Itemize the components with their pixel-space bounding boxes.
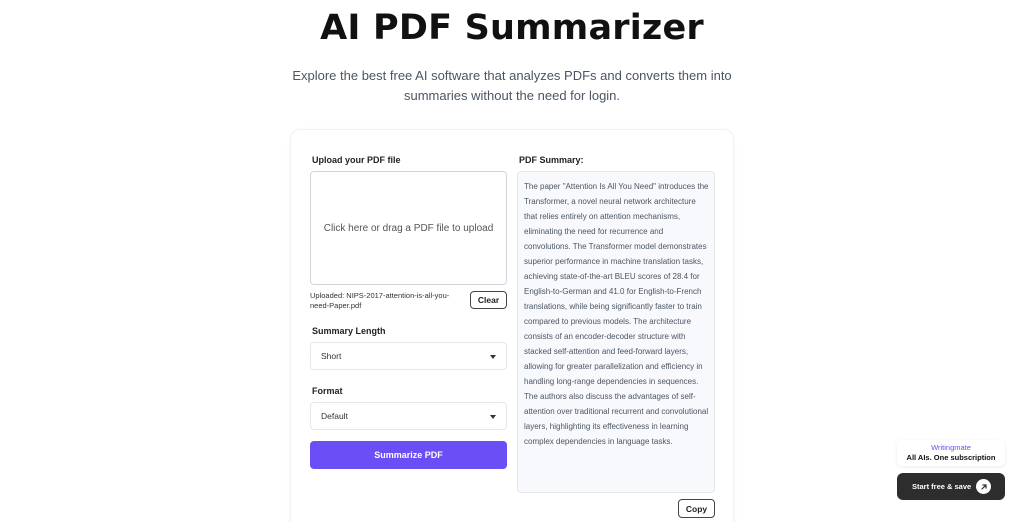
promo-tagline: All AIs. One subscription (906, 453, 996, 462)
summarize-pdf-button[interactable]: Summarize PDF (310, 441, 507, 469)
promo-card: Writingmate All AIs. One subscription (897, 440, 1005, 466)
format-value: Default (321, 411, 348, 421)
page-title: AI PDF Summarizer (320, 8, 704, 48)
format-select[interactable]: Default (310, 402, 507, 430)
summary-length-label: Summary Length (312, 326, 386, 336)
start-free-button[interactable]: Start free & save (897, 473, 1005, 500)
caret-down-icon (490, 355, 496, 359)
uploaded-file-text: Uploaded: NIPS-2017-attention-is-all-you… (310, 291, 450, 310)
clear-button[interactable]: Clear (470, 291, 507, 309)
start-free-label: Start free & save (912, 482, 972, 491)
summary-length-select[interactable]: Short (310, 342, 507, 370)
caret-down-icon (490, 415, 496, 419)
upload-label: Upload your PDF file (312, 155, 401, 165)
dropzone-text: Click here or drag a PDF file to upload (323, 222, 494, 234)
pdf-summary-text: The paper "Attention Is All You Need" in… (517, 171, 715, 493)
page-subtitle: Explore the best free AI software that a… (292, 68, 732, 103)
summary-length-value: Short (321, 351, 342, 361)
pdf-dropzone[interactable]: Click here or drag a PDF file to upload (310, 171, 507, 285)
format-label: Format (312, 386, 343, 396)
copy-button[interactable]: Copy (678, 499, 715, 518)
pdf-summary-label: PDF Summary: (519, 155, 584, 165)
promo-brand: Writingmate (931, 443, 971, 452)
arrow-up-right-icon (976, 479, 991, 494)
